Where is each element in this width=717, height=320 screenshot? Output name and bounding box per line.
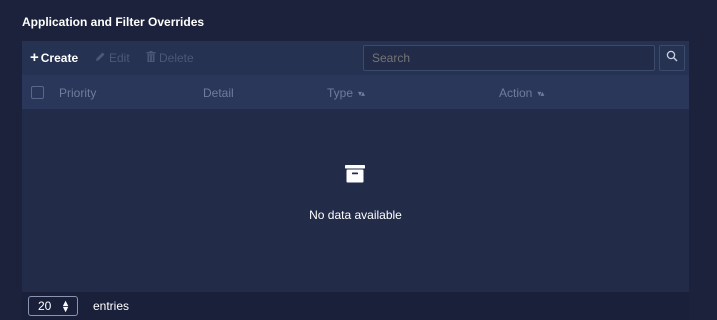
overrides-table: + Create Edit Delete Search Priority Det… xyxy=(22,41,689,320)
pencil-icon xyxy=(95,51,106,65)
page-size-value: 20 xyxy=(38,299,52,313)
edit-label: Edit xyxy=(109,51,130,65)
table-footer: 20 ▲ ▼ entries xyxy=(22,292,689,320)
column-label: Type xyxy=(327,86,354,100)
up-down-chevron-icon: ▲ ▼ xyxy=(61,298,70,314)
plus-icon: + xyxy=(30,49,39,66)
create-button[interactable]: + Create xyxy=(30,49,79,66)
overrides-panel: Application and Filter Overrides + Creat… xyxy=(14,8,703,320)
edit-button[interactable]: Edit xyxy=(95,51,130,65)
search-button[interactable] xyxy=(659,45,685,71)
column-header-action[interactable]: Action ▾▴ xyxy=(499,86,544,100)
table-header: Priority Detail Type ▾▴ Action ▾▴ xyxy=(22,75,689,109)
create-label: Create xyxy=(40,51,79,65)
column-header-detail[interactable]: Detail xyxy=(203,86,234,100)
column-label: Priority xyxy=(59,86,97,100)
column-header-priority[interactable]: Priority xyxy=(59,86,96,100)
delete-label: Delete xyxy=(159,51,194,65)
column-label: Detail xyxy=(203,86,234,100)
sort-arrows-icon[interactable]: ▾▴ xyxy=(358,89,365,98)
panel-title: Application and Filter Overrides xyxy=(22,15,205,29)
table-body: No data available xyxy=(22,109,689,292)
column-header-type[interactable]: Type ▾▴ xyxy=(327,86,365,100)
trash-icon xyxy=(146,51,156,65)
table-toolbar: + Create Edit Delete xyxy=(22,41,689,75)
entries-label: entries xyxy=(93,299,130,313)
search-icon xyxy=(666,49,678,67)
search-input[interactable] xyxy=(363,45,655,71)
sort-arrows-icon[interactable]: ▾▴ xyxy=(537,89,544,98)
select-all-checkbox[interactable] xyxy=(31,86,44,99)
column-label: Action xyxy=(499,86,533,100)
empty-message: No data available xyxy=(309,208,402,222)
page-size-select[interactable]: 20 ▲ ▼ xyxy=(28,296,78,316)
delete-button[interactable]: Delete xyxy=(146,51,194,65)
archive-box-icon xyxy=(345,164,365,184)
